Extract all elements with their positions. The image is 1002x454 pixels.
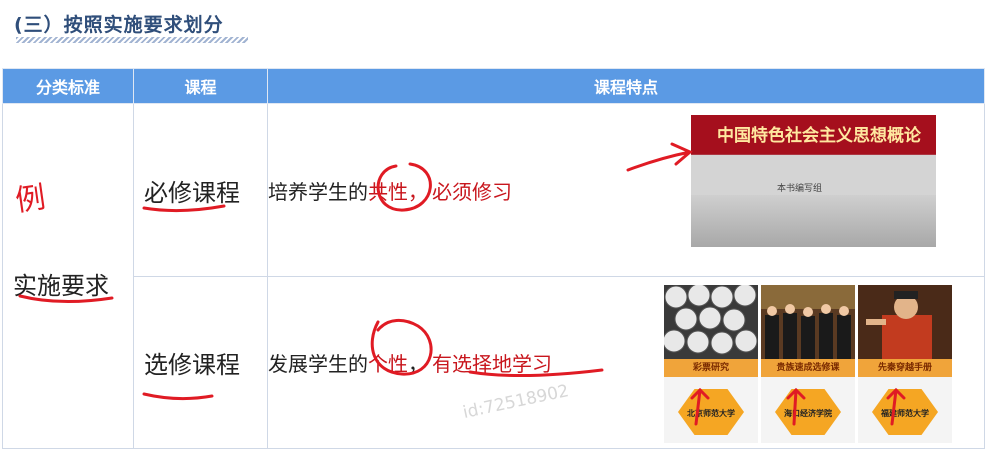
- course-name: 必修课程: [144, 178, 240, 207]
- feature-suffix: 有选择地学习: [432, 352, 552, 376]
- course-cell: 必修课程: [133, 103, 268, 277]
- elective-cards-image: 彩票研究 北京师范大学 贵族速成选修课 海口经济学院 先秦穿越手册 福建师范大学: [664, 285, 952, 443]
- handwritten-annotation: 例: [13, 180, 48, 219]
- feature-prefix: 培养学生的: [268, 179, 368, 204]
- choir-photo: [761, 285, 855, 359]
- card-title: 贵族速成选修课: [761, 359, 855, 377]
- book-cover-image: 中国特色社会主义思想概论 本书编写组: [691, 115, 936, 247]
- feature-separator: ，: [408, 352, 428, 376]
- table-header-row: 分类标准 课程 课程特点: [2, 68, 985, 104]
- heading-underline: [16, 37, 248, 43]
- feature-highlight: 共性: [368, 179, 408, 204]
- lottery-balls-photo: [664, 285, 758, 359]
- category-label: 实施要求: [13, 272, 109, 300]
- feature-suffix: 必须修习: [432, 179, 512, 204]
- section-heading: (三）按照实施要求划分: [14, 14, 224, 36]
- course-card: 贵族速成选修课 海口经济学院: [761, 285, 855, 443]
- header-course: 课程: [133, 68, 268, 104]
- card-title: 先秦穿越手册: [858, 359, 952, 377]
- book-shadow: [691, 195, 936, 247]
- book-publisher: 本书编写组: [777, 184, 823, 194]
- card-school: 福建师范大学: [881, 409, 929, 418]
- feature-separator: ，: [408, 179, 428, 204]
- header-features: 课程特点: [267, 68, 985, 104]
- feature-highlight: 个性: [368, 352, 408, 376]
- course-name: 选修课程: [144, 351, 240, 379]
- card-title: 彩票研究: [664, 359, 758, 377]
- feature-prefix: 发展学生的: [268, 352, 368, 376]
- ancient-figure-photo: [858, 285, 952, 359]
- header-category: 分类标准: [2, 68, 134, 104]
- category-cell: 例 实施要求: [2, 103, 134, 449]
- course-card: 先秦穿越手册 福建师范大学: [858, 285, 952, 443]
- card-school: 北京师范大学: [687, 409, 735, 418]
- course-cell: 选修课程: [133, 276, 268, 449]
- course-card: 彩票研究 北京师范大学: [664, 285, 758, 443]
- card-school: 海口经济学院: [784, 409, 832, 418]
- book-title: 中国特色社会主义思想概论: [717, 126, 921, 146]
